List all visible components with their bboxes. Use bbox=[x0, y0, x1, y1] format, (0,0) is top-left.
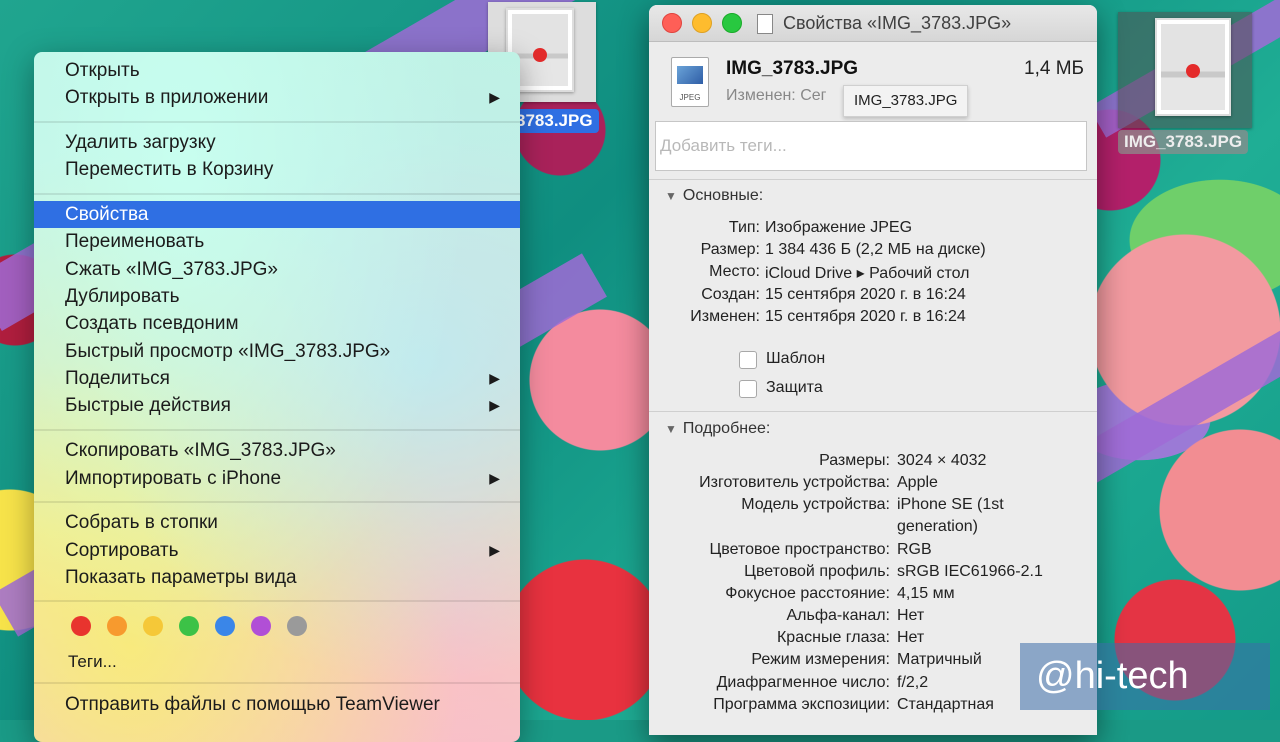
menu-separator bbox=[34, 501, 520, 503]
device-model-value: iPhone SE (1st bbox=[897, 496, 1004, 513]
menu-item-import-from-iphone[interactable]: Импортировать с iPhone ▶ bbox=[34, 465, 520, 492]
menu-separator bbox=[34, 429, 520, 431]
hi-tech-watermark: @hi-tech bbox=[1020, 643, 1270, 710]
color-space-value: RGB bbox=[897, 541, 932, 558]
file-name: IMG_3783.JPG bbox=[726, 58, 859, 79]
submenu-arrow-icon: ▶ bbox=[489, 89, 500, 105]
disclosure-triangle-icon[interactable]: ▼ bbox=[665, 422, 677, 436]
type-value: Изображение JPEG bbox=[765, 219, 913, 236]
desktop-file-label-selected[interactable]: 3783.JPG bbox=[510, 109, 599, 133]
submenu-arrow-icon: ▶ bbox=[489, 397, 500, 413]
submenu-arrow-icon: ▶ bbox=[489, 542, 500, 558]
tag-orange[interactable] bbox=[107, 616, 127, 636]
divider bbox=[649, 179, 1097, 180]
menu-separator bbox=[34, 600, 520, 602]
modified-value: 15 сентября 2020 г. в 16:24 bbox=[765, 308, 966, 325]
submenu-arrow-icon: ▶ bbox=[489, 370, 500, 386]
tags-input[interactable] bbox=[655, 121, 1087, 171]
menu-item-remove-download[interactable]: Удалить загрузку bbox=[34, 129, 520, 156]
focal-length-value: 4,15 мм bbox=[897, 585, 955, 602]
tag-purple[interactable] bbox=[251, 616, 271, 636]
menu-item-open[interactable]: Открыть bbox=[34, 57, 520, 84]
f-number-value: f/2,2 bbox=[897, 674, 929, 691]
device-model-key: Модель устройства: bbox=[741, 496, 890, 513]
menu-item-use-stacks[interactable]: Собрать в стопки bbox=[34, 509, 520, 536]
tag-yellow[interactable] bbox=[143, 616, 163, 636]
menu-separator bbox=[34, 193, 520, 195]
close-button[interactable] bbox=[662, 13, 682, 33]
minimize-button[interactable] bbox=[692, 13, 712, 33]
menu-item-make-alias[interactable]: Создать псевдоним bbox=[34, 310, 520, 337]
alpha-channel-key: Альфа-канал: bbox=[786, 607, 891, 624]
modified-summary: Изменен: Сег bbox=[726, 87, 827, 104]
dimensions-key: Размеры: bbox=[819, 452, 890, 469]
menu-item-copy[interactable]: Скопировать «IMG_3783.JPG» bbox=[34, 437, 520, 464]
menu-separator bbox=[34, 682, 520, 684]
created-value: 15 сентября 2020 г. в 16:24 bbox=[765, 286, 966, 303]
exposure-program-value: Стандартная bbox=[897, 696, 994, 713]
tag-gray[interactable] bbox=[287, 616, 307, 636]
where-key: Место: bbox=[709, 263, 760, 280]
color-profile-value: sRGB IEC61966-2.1 bbox=[897, 563, 1043, 580]
device-model-value-line2: generation) bbox=[897, 518, 978, 535]
device-make-key: Изготовитель устройства: bbox=[699, 474, 890, 491]
menu-item-quick-look[interactable]: Быстрый просмотр «IMG_3783.JPG» bbox=[34, 338, 520, 365]
window-titlebar[interactable]: Свойства «IMG_3783.JPG» bbox=[649, 5, 1097, 42]
menu-separator bbox=[34, 121, 520, 123]
tag-green[interactable] bbox=[179, 616, 199, 636]
menu-item-get-info[interactable]: Свойства bbox=[34, 201, 520, 228]
menu-item-teamviewer[interactable]: Отправить файлы с помощью TeamViewer bbox=[34, 691, 520, 718]
divider bbox=[649, 411, 1097, 412]
menu-item-show-view-options[interactable]: Показать параметры вида bbox=[34, 564, 520, 591]
document-proxy-icon[interactable] bbox=[757, 14, 773, 34]
info-window: Свойства «IMG_3783.JPG» JPEG IMG_3783.JP… bbox=[649, 5, 1097, 735]
menu-item-sort-by[interactable]: Сортировать ▶ bbox=[34, 537, 520, 564]
menu-item-rename[interactable]: Переименовать bbox=[34, 228, 520, 255]
metering-mode-key: Режим измерения: bbox=[751, 651, 890, 668]
device-make-value: Apple bbox=[897, 474, 938, 491]
menu-item-move-to-trash[interactable]: Переместить в Корзину bbox=[34, 156, 520, 183]
menu-item-open-with[interactable]: Открыть в приложении ▶ bbox=[34, 84, 520, 111]
red-eye-key: Красные глаза: bbox=[776, 629, 890, 646]
menu-item-share[interactable]: Поделиться ▶ bbox=[34, 365, 520, 392]
submenu-arrow-icon: ▶ bbox=[489, 470, 500, 486]
context-menu: Открыть Открыть в приложении ▶ Удалить за… bbox=[34, 52, 520, 742]
tag-red[interactable] bbox=[71, 616, 91, 636]
dimensions-value: 3024 × 4032 bbox=[897, 452, 987, 469]
menu-item-compress[interactable]: Сжать «IMG_3783.JPG» bbox=[34, 256, 520, 283]
disclosure-triangle-icon[interactable]: ▼ bbox=[665, 189, 677, 203]
focal-length-key: Фокусное расстояние: bbox=[725, 585, 890, 602]
jpeg-file-icon: JPEG bbox=[671, 57, 709, 107]
locked-label: Защита bbox=[766, 379, 823, 396]
created-key: Создан: bbox=[701, 286, 760, 303]
f-number-key: Диафрагменное число: bbox=[716, 674, 890, 691]
general-section-toggle[interactable]: ▼ Основные: bbox=[665, 187, 763, 205]
locked-checkbox[interactable] bbox=[739, 380, 757, 398]
alpha-channel-value: Нет bbox=[897, 607, 925, 624]
menu-item-quick-actions[interactable]: Быстрые действия ▶ bbox=[34, 392, 520, 419]
tag-blue[interactable] bbox=[215, 616, 235, 636]
menu-item-duplicate[interactable]: Дублировать bbox=[34, 283, 520, 310]
window-title: Свойства «IMG_3783.JPG» bbox=[783, 13, 1012, 33]
metering-mode-value: Матричный bbox=[897, 651, 982, 668]
color-profile-key: Цветовой профиль: bbox=[744, 563, 890, 580]
desktop-file-label[interactable]: IMG_3783.JPG bbox=[1118, 130, 1249, 154]
red-eye-value: Нет bbox=[897, 629, 925, 646]
stationery-checkbox[interactable] bbox=[739, 351, 757, 369]
color-space-key: Цветовое пространство: bbox=[709, 541, 890, 558]
menu-item-tags[interactable]: Теги... bbox=[37, 648, 520, 675]
where-value: iCloud Drive ▸ Рабочий стол bbox=[765, 265, 970, 282]
file-size: 1,4 МБ bbox=[1024, 58, 1084, 79]
filename-tooltip: IMG_3783.JPG bbox=[843, 85, 969, 117]
type-key: Тип: bbox=[728, 219, 760, 236]
exposure-program-key: Программа экспозиции: bbox=[713, 696, 890, 713]
stationery-label: Шаблон bbox=[766, 350, 826, 367]
size-key: Размер: bbox=[700, 241, 760, 258]
modified-key: Изменен: bbox=[690, 308, 760, 325]
more-info-section-toggle[interactable]: ▼ Подробнее: bbox=[665, 420, 770, 438]
size-value: 1 384 436 Б (2,2 МБ на диске) bbox=[765, 241, 986, 258]
zoom-button[interactable] bbox=[722, 13, 742, 33]
